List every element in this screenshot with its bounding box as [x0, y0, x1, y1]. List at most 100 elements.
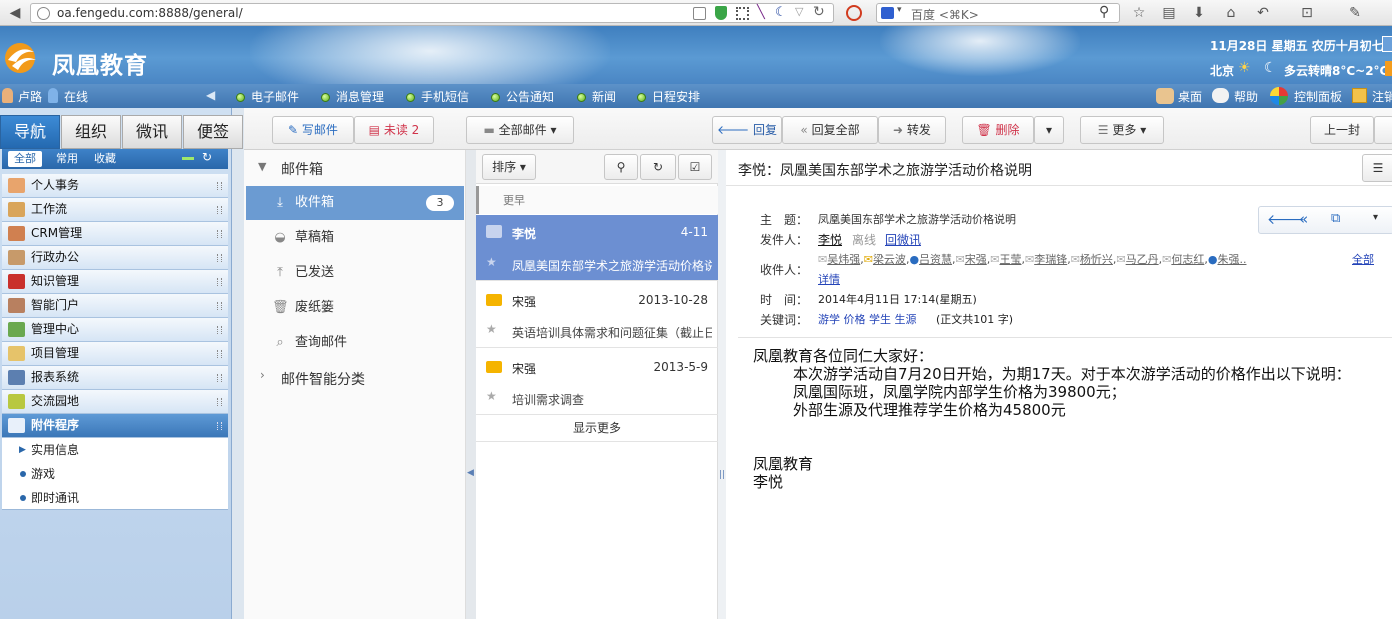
subtab-common[interactable]: 常用 — [50, 151, 84, 167]
select-all-button[interactable]: ☑ — [678, 154, 712, 180]
engine-dropdown-icon[interactable]: ▾ — [897, 5, 902, 15]
minimize-icon[interactable] — [182, 157, 194, 160]
refresh-icon[interactable]: ↻ — [202, 150, 212, 164]
swirl-icon[interactable]: ☾ — [775, 5, 787, 20]
mail-row[interactable]: 李悦 4-11 ★ 凤凰美国东部学术之旅游学活动价格说明 — [476, 215, 718, 281]
recipient[interactable]: ✉梁云波, — [864, 253, 910, 266]
chevron-right-icon[interactable]: › — [260, 368, 265, 382]
folder-drafts[interactable]: ◒ 草稿箱 — [246, 221, 464, 255]
chevron-down-icon[interactable]: ▼ — [258, 160, 266, 173]
all-mail-dropdown[interactable]: ▬ 全部邮件 ▾ — [466, 116, 574, 144]
subnav-useful-info[interactable]: ▶ 实用信息 — [2, 438, 228, 462]
folder-trash[interactable]: 🗑 废纸篓 — [246, 291, 464, 325]
tools-icon[interactable]: ✎ — [1346, 4, 1364, 22]
show-all-recipients-link[interactable]: 全部 — [1352, 251, 1374, 267]
reader-splitter[interactable]: || — [718, 150, 726, 619]
delete-button[interactable]: 🗑 删除 — [962, 116, 1034, 144]
control-panel-link[interactable]: 控制面板 — [1294, 88, 1342, 105]
shortcut-messages[interactable]: 消息管理 — [321, 88, 384, 105]
collapse-arrow-icon[interactable]: ◀ — [206, 88, 215, 102]
folder-inbox[interactable]: ⤓ 收件箱 3 — [246, 186, 464, 220]
shortcut-sms[interactable]: 手机短信 — [406, 88, 469, 105]
prev-mail-button[interactable]: 上一封 — [1310, 116, 1374, 144]
nav-attachments[interactable]: 附件程序 — [2, 414, 228, 438]
star-icon[interactable]: ★ — [486, 322, 497, 336]
shortcut-news[interactable]: 新闻 — [577, 88, 616, 105]
weixun-link[interactable]: 回微讯 — [885, 231, 921, 248]
keywords-value[interactable]: 游学 价格 学生 生源 — [818, 311, 917, 327]
nav-workflow[interactable]: 工作流 — [2, 198, 228, 222]
tab-org[interactable]: 组织 — [61, 115, 121, 149]
recipient-details-link[interactable]: 详情 — [818, 271, 840, 287]
recipient[interactable]: ✉马乙丹, — [1116, 253, 1162, 266]
nav-project[interactable]: 项目管理 — [2, 342, 228, 366]
recipient[interactable]: ✉王莹, — [990, 253, 1025, 266]
star-icon[interactable]: ★ — [486, 255, 497, 269]
nav-management[interactable]: 管理中心 — [2, 318, 228, 342]
popout-icon[interactable]: ⧉ — [1331, 211, 1340, 226]
crop-icon[interactable]: ⊡ — [1298, 4, 1316, 22]
search-box[interactable]: ▾ 百度 <⌘K> ⚲ — [876, 3, 1120, 23]
subtab-all[interactable]: 全部 — [8, 151, 42, 167]
logout-link[interactable]: 注销 — [1372, 88, 1392, 105]
url-bar[interactable]: oa.fengedu.com:8888/general/ ╲ ☾ ▽ ↻ — [30, 3, 834, 23]
user-name[interactable]: 卢路 — [18, 88, 42, 105]
recipient[interactable]: ✉李瑞锋, — [1025, 253, 1071, 266]
folder-sent[interactable]: ⤒ 已发送 — [246, 256, 464, 290]
nav-personal[interactable]: 个人事务 — [2, 174, 228, 198]
caret-icon[interactable]: ▾ — [1373, 212, 1378, 223]
reader-menu-button[interactable]: ☰ — [1362, 154, 1392, 182]
forward-button[interactable]: ➜ 转发 — [878, 116, 946, 144]
recipient[interactable]: ✉宋强, — [956, 253, 991, 266]
mail-row[interactable]: 宋强 2013-5-9 ★ 培训需求调查 — [476, 349, 718, 415]
smart-category[interactable]: 邮件智能分类 — [281, 369, 365, 389]
star-icon[interactable]: ★ — [486, 389, 497, 403]
back-icon[interactable]: ◀ — [6, 4, 24, 22]
subnav-games[interactable]: 游戏 — [2, 462, 228, 486]
sidebar-splitter[interactable] — [232, 108, 244, 619]
collapse-left-icon[interactable]: ◀ — [467, 468, 474, 478]
recipient[interactable]: ●朱强.. — [1208, 253, 1247, 266]
page-icon[interactable] — [693, 7, 706, 20]
more-button[interactable]: ☰ 更多 ▾ — [1080, 116, 1164, 144]
compose-button[interactable]: ✎ 写邮件 — [272, 116, 354, 144]
reply-button[interactable]: 🡐 回复 — [712, 116, 782, 144]
help-link[interactable]: 帮助 — [1234, 88, 1258, 105]
tab-nav[interactable]: 导航 — [0, 115, 60, 149]
subnav-im[interactable]: 即时通讯 — [2, 486, 228, 510]
shortcut-schedule[interactable]: 日程安排 — [637, 88, 700, 105]
tab-notes[interactable]: 便签 — [183, 115, 243, 149]
reply-all-icon[interactable]: « — [1299, 210, 1308, 228]
recipient[interactable]: ✉何志红, — [1162, 253, 1208, 266]
dropdown-icon[interactable]: ▽ — [795, 5, 803, 18]
mailbox-group-title[interactable]: 邮件箱 — [281, 159, 323, 179]
recipient[interactable]: ●吕资慧, — [909, 253, 955, 266]
list-refresh-button[interactable]: ↻ — [640, 154, 676, 180]
recipient[interactable]: ✉杨忻兴, — [1071, 253, 1117, 266]
folder-search[interactable]: ⌕ 查询邮件 — [246, 326, 464, 360]
reading-list-icon[interactable]: ▤ — [1160, 4, 1178, 22]
delete-options-button[interactable]: ▾ — [1034, 116, 1064, 144]
home-icon[interactable]: ⌂ — [1222, 4, 1240, 22]
list-search-button[interactable]: ⚲ — [604, 154, 638, 180]
block-icon[interactable] — [846, 5, 862, 21]
calendar-icon[interactable] — [1382, 36, 1392, 52]
subtab-favorites[interactable]: 收藏 — [88, 151, 122, 167]
grip-icon[interactable]: || — [719, 470, 725, 480]
search-icon[interactable]: ⚲ — [1099, 4, 1109, 20]
tab-weixun[interactable]: 微讯 — [122, 115, 182, 149]
download-icon[interactable]: ⬇ — [1190, 4, 1208, 22]
recipient[interactable]: ✉吴炜强, — [818, 253, 864, 266]
desktop-link[interactable]: 桌面 — [1178, 88, 1202, 105]
nav-reports[interactable]: 报表系统 — [2, 366, 228, 390]
panel-splitter[interactable]: ◀ — [466, 150, 476, 619]
online-status[interactable]: 在线 — [64, 88, 88, 105]
pen-icon[interactable]: ╲ — [757, 5, 765, 20]
next-mail-button[interactable] — [1374, 116, 1392, 144]
reload-icon[interactable]: ↻ — [813, 4, 825, 20]
undo-icon[interactable]: ↶ — [1254, 4, 1272, 22]
nav-portal[interactable]: 智能门户 — [2, 294, 228, 318]
show-more-button[interactable]: 显示更多 — [476, 416, 718, 442]
nav-community[interactable]: 交流园地 — [2, 390, 228, 414]
nav-admin-office[interactable]: 行政办公 — [2, 246, 228, 270]
